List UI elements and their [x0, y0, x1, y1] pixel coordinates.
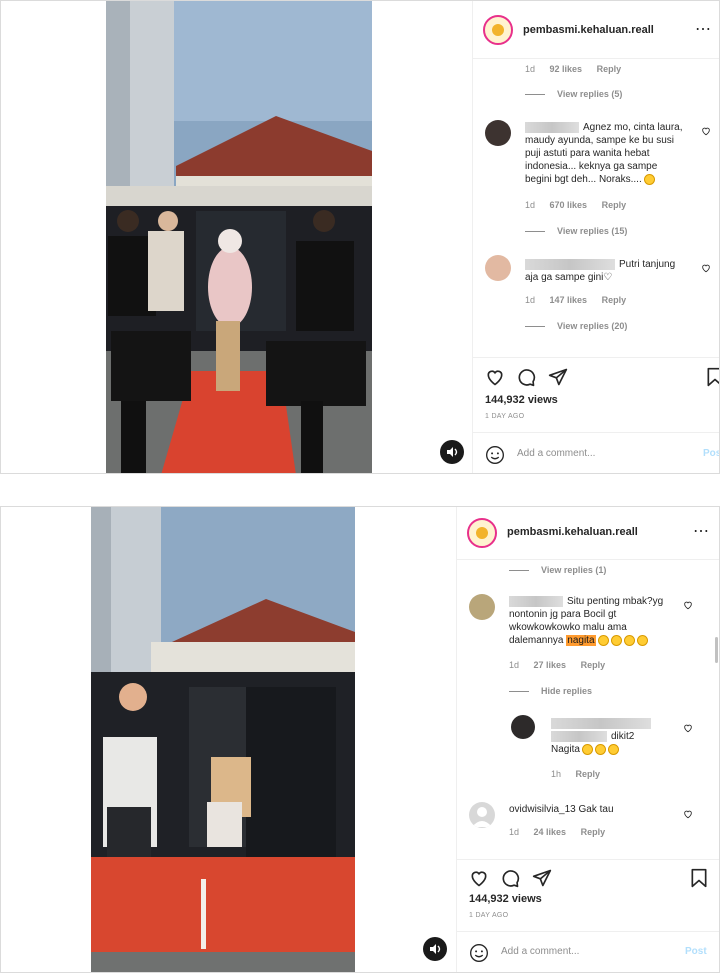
- post-header: pembasmi.kehaluan.reall ⋯: [473, 1, 719, 59]
- commenter-username[interactable]: ovidwisilvia_13: [509, 804, 576, 815]
- views-count[interactable]: 144,932 views: [469, 893, 542, 905]
- more-icon[interactable]: ⋯: [693, 521, 710, 541]
- bookmark-icon[interactable]: [689, 868, 709, 888]
- commenter-avatar[interactable]: [485, 255, 511, 281]
- commenter-avatar[interactable]: [469, 802, 495, 828]
- hide-replies-link[interactable]: Hide replies: [509, 686, 592, 696]
- views-count[interactable]: 144,932 views: [485, 394, 558, 406]
- action-bar: [473, 357, 719, 392]
- post-timestamp: 1 DAY AGO: [469, 912, 509, 919]
- comment-body: Agnez mo, cinta laura, maudy ayunda, sam…: [525, 121, 683, 185]
- post-header: pembasmi.kehaluan.reall ⋯: [457, 507, 719, 560]
- post-media: [1, 507, 459, 972]
- comment-meta: 1d 27 likes Reply: [509, 660, 606, 670]
- add-comment-bar: Add a comment... Post: [473, 432, 719, 473]
- reply-avatar[interactable]: [511, 715, 535, 739]
- add-comment-input[interactable]: Add a comment...: [517, 448, 595, 459]
- comment-icon[interactable]: [516, 367, 536, 387]
- action-bar: [457, 859, 719, 894]
- comment-meta: 1d 92 likes Reply: [525, 64, 621, 74]
- video-scene: [91, 507, 355, 972]
- blurred-username: [525, 121, 579, 133]
- post-sidebar: pembasmi.kehaluan.reall ⋯ View replies (…: [456, 507, 719, 972]
- commenter-avatar[interactable]: [485, 120, 511, 146]
- account-avatar[interactable]: [467, 518, 497, 548]
- share-icon[interactable]: [548, 367, 568, 387]
- post-button[interactable]: Post: [685, 946, 707, 957]
- blurred-username: [509, 595, 563, 607]
- instagram-post-2: pembasmi.kehaluan.reall ⋯ View replies (…: [0, 506, 720, 973]
- post-button[interactable]: Post: [703, 448, 719, 459]
- instagram-post-1: pembasmi.kehaluan.reall ⋯ 1d 92 likes Re…: [0, 0, 720, 474]
- comment-meta: 1d 147 likes Reply: [525, 295, 627, 305]
- reply-body: dikit2 Nagita: [551, 717, 676, 756]
- comment-body: ovidwisilvia_13 Gak tau: [509, 804, 614, 815]
- reply-link[interactable]: Reply: [597, 64, 622, 74]
- account-avatar[interactable]: [483, 15, 513, 45]
- comment-icon[interactable]: [500, 868, 520, 888]
- heart-icon[interactable]: [701, 263, 711, 273]
- comment-meta: 1d 24 likes Reply: [509, 827, 606, 837]
- post-sidebar: pembasmi.kehaluan.reall ⋯ 1d 92 likes Re…: [472, 1, 719, 473]
- view-replies-link[interactable]: View replies (15): [525, 226, 627, 236]
- comment-time: 1d: [525, 64, 536, 74]
- blurred-username: [551, 717, 651, 729]
- comment-meta: 1d 670 likes Reply: [525, 200, 627, 210]
- emoji-icon[interactable]: [469, 943, 489, 963]
- account-username[interactable]: pembasmi.kehaluan.reall: [523, 24, 654, 36]
- reply-meta: 1h Reply: [551, 769, 601, 779]
- video-frame[interactable]: [106, 1, 372, 473]
- post-timestamp: 1 DAY AGO: [485, 413, 525, 420]
- laughing-emoji: [643, 173, 655, 185]
- comment-body: Putri tanjung aja ga sampe gini♡: [525, 258, 676, 283]
- comment-body: Situ penting mbak?yg nontonin jg para Bo…: [509, 595, 664, 646]
- bookmark-icon[interactable]: [705, 367, 720, 387]
- heart-icon[interactable]: [683, 809, 693, 819]
- heart-icon[interactable]: [683, 723, 693, 733]
- heart-icon[interactable]: [701, 126, 711, 136]
- video-frame[interactable]: [91, 507, 355, 972]
- emoji-icon[interactable]: [485, 445, 505, 465]
- commenter-avatar[interactable]: [469, 594, 495, 620]
- view-replies-link[interactable]: View replies (1): [509, 565, 606, 575]
- view-replies-link[interactable]: View replies (20): [525, 321, 627, 331]
- video-scene: [106, 1, 372, 473]
- highlighted-word: nagita: [566, 635, 596, 646]
- more-icon[interactable]: ⋯: [695, 19, 712, 39]
- heart-icon[interactable]: [485, 367, 505, 387]
- account-username[interactable]: pembasmi.kehaluan.reall: [507, 526, 638, 538]
- post-media: [1, 1, 475, 473]
- blurred-username: [525, 258, 615, 270]
- heart-icon[interactable]: [469, 868, 489, 888]
- comment-likes[interactable]: 92 likes: [550, 64, 583, 74]
- sound-icon[interactable]: [423, 937, 447, 961]
- heart-icon[interactable]: [683, 600, 693, 610]
- add-comment-input[interactable]: Add a comment...: [501, 946, 579, 957]
- view-replies-link[interactable]: View replies (5): [525, 89, 622, 99]
- sound-icon[interactable]: [440, 440, 464, 464]
- blurred-mention: [551, 730, 607, 742]
- share-icon[interactable]: [532, 868, 552, 888]
- add-comment-bar: Add a comment... Post: [457, 931, 719, 972]
- comments-scrollbar[interactable]: [715, 637, 718, 663]
